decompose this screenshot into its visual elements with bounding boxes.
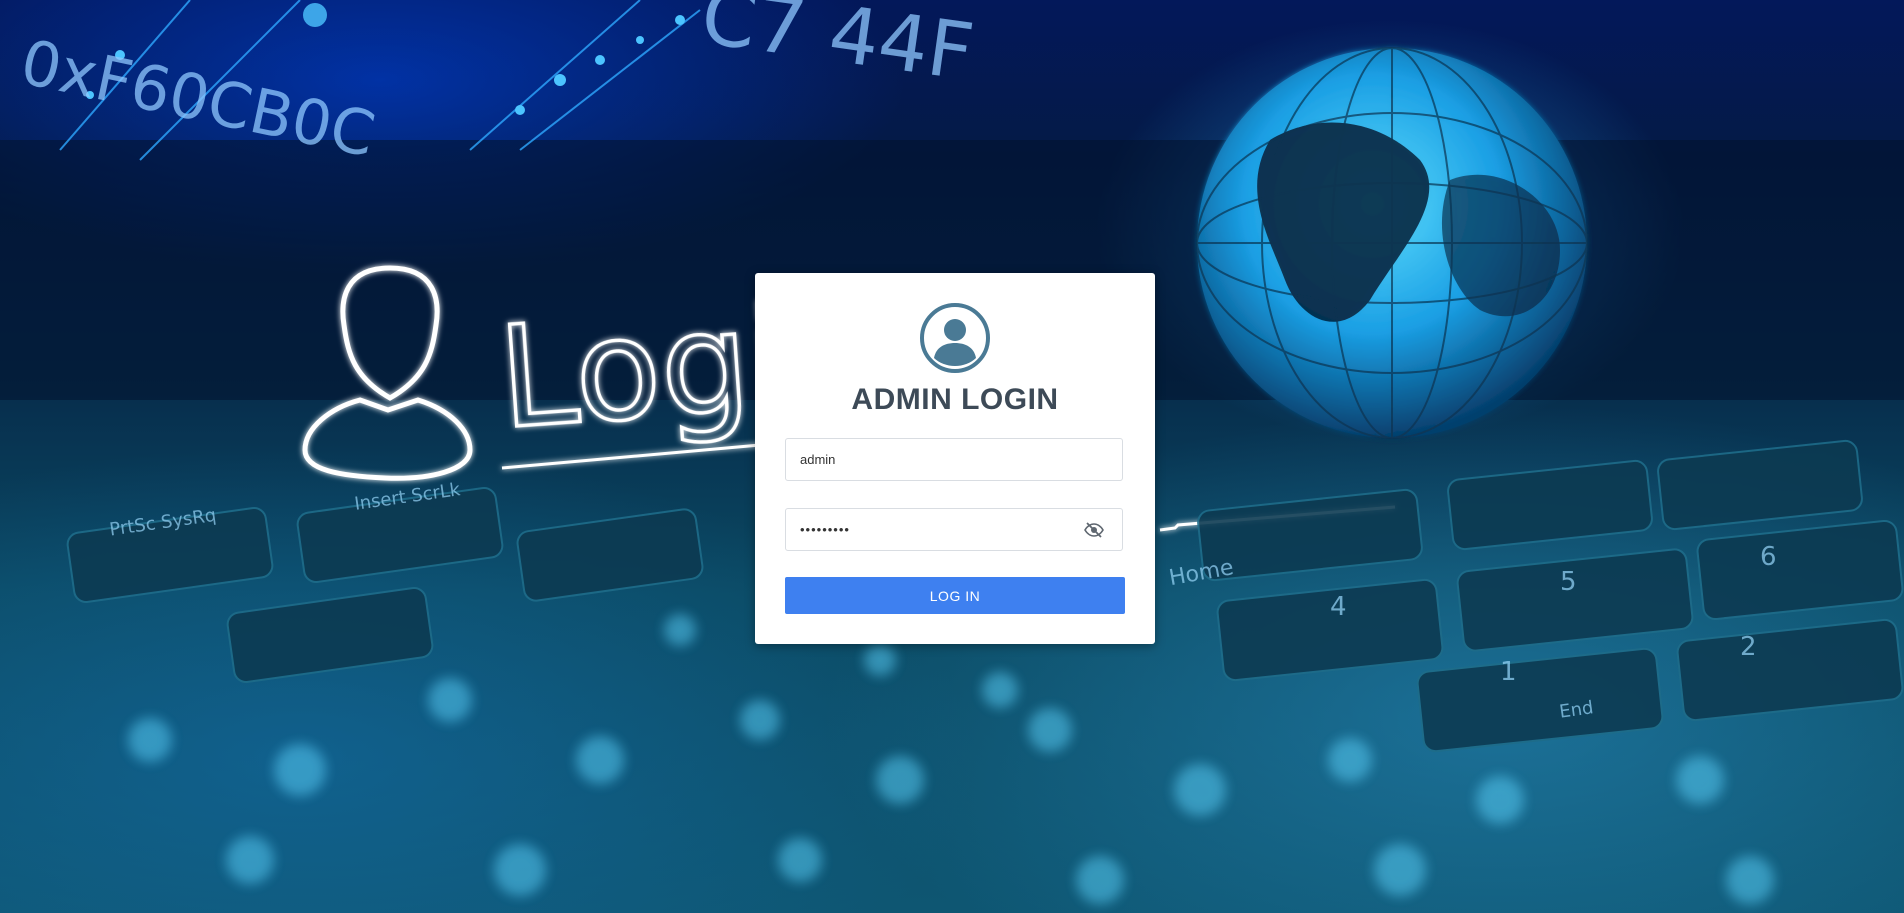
- key-label-6: 6: [1760, 542, 1777, 572]
- login-title: ADMIN LOGIN: [851, 383, 1059, 416]
- key-label-1: 1: [1500, 657, 1517, 687]
- key-label-2: 2: [1740, 632, 1757, 662]
- user-circle-icon: [920, 303, 990, 373]
- key-label-4: 4: [1330, 592, 1347, 622]
- password-input[interactable]: [786, 509, 1122, 550]
- eye-slash-icon[interactable]: [1084, 522, 1104, 538]
- username-input[interactable]: [786, 439, 1122, 480]
- globe: [1196, 47, 1588, 439]
- key-label-home: Home: [1167, 555, 1235, 591]
- key-label-5: 5: [1560, 567, 1577, 597]
- login-card: ADMIN LOGIN LOG IN: [755, 273, 1155, 644]
- bg-hex-text-2: C7 44F: [696, 0, 979, 99]
- login-page: 0xF60CB0C C7 44F Login PrtSc SysRq Inser…: [0, 0, 1904, 913]
- login-button[interactable]: LOG IN: [785, 577, 1125, 614]
- username-field[interactable]: [785, 438, 1123, 481]
- password-field[interactable]: [785, 508, 1123, 551]
